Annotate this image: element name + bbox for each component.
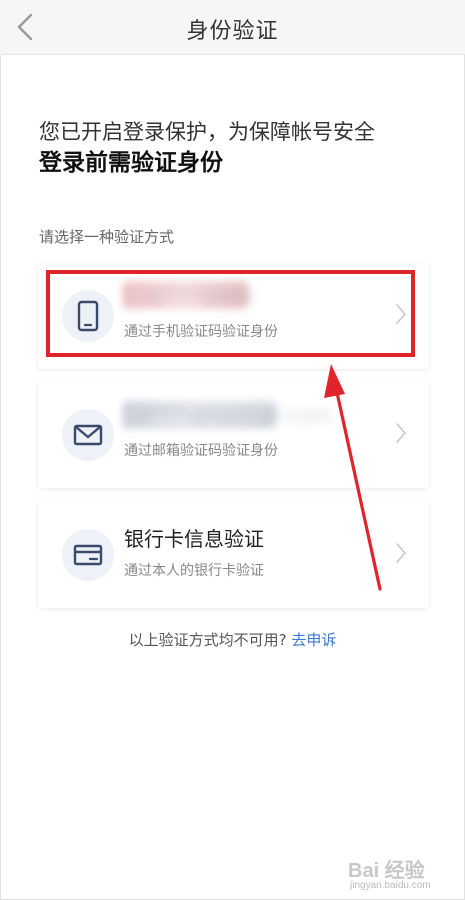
bank-card-icon (62, 529, 114, 581)
appeal-link[interactable]: 去申诉 (291, 631, 336, 649)
chevron-right-icon (396, 304, 406, 324)
bank-card-option-title: 银行卡信息验证 (124, 527, 264, 551)
intro-heading: 登录前需验证身份 (39, 150, 223, 176)
bank-card-option-description: 通过本人的银行卡验证 (124, 563, 264, 579)
masked-email-address: 18****@foxmail.com (124, 403, 332, 427)
phone-icon (62, 290, 114, 342)
verify-by-bank-card-option[interactable]: 银行卡信息验证 通过本人的银行卡验证 (38, 502, 429, 608)
baidu-jingyan-watermark: Bai 经验 jingyan.baidu.com (342, 852, 460, 896)
mail-icon (62, 409, 114, 461)
masked-phone-number: 138****8888 (124, 284, 254, 308)
watermark-url: jingyan.baidu.com (350, 880, 431, 891)
email-option-description: 通过邮箱验证码验证身份 (124, 443, 278, 459)
footer-text: 以上验证方式均不可用? (128, 631, 287, 649)
footer-note: 以上验证方式均不可用? 去申诉 (0, 629, 465, 650)
page-title: 身份验证 (186, 19, 279, 44)
chevron-right-icon (396, 423, 406, 443)
watermark-text: Bai 经验 (348, 860, 425, 882)
verify-by-email-option[interactable]: 18****@foxmail.com 通过邮箱验证码验证身份 (38, 382, 429, 488)
chevron-right-icon (396, 543, 406, 563)
top-bar: 身份验证 (0, 0, 465, 55)
phone-option-description: 通过手机验证码验证身份 (124, 324, 278, 340)
verify-by-phone-option[interactable]: 138****8888 通过手机验证码验证身份 (38, 263, 429, 369)
intro-message: 您已开启登录保护，为保障帐号安全 (39, 120, 375, 144)
choose-method-label: 请选择一种验证方式 (39, 228, 175, 246)
